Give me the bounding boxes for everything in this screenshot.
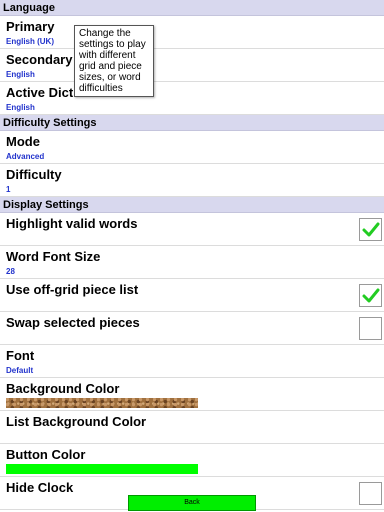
setting-primary[interactable]: Primary English (UK) (0, 16, 384, 49)
setting-background-color[interactable]: Background Color (0, 378, 384, 411)
back-button[interactable]: Back (128, 495, 256, 511)
setting-title: Secondary (6, 52, 73, 67)
setting-title: Hide Clock (6, 480, 74, 495)
setting-value: Default (6, 366, 34, 375)
offgrid-checkbox[interactable] (359, 284, 382, 307)
setting-title: Mode (6, 134, 40, 149)
setting-highlight-valid-words[interactable]: Highlight valid words (0, 213, 384, 246)
bottom-bar: Back (0, 494, 384, 512)
setting-title: Button Color (6, 447, 86, 462)
setting-title: Font (6, 348, 35, 363)
setting-title: Highlight valid words (6, 216, 138, 231)
setting-word-font-size[interactable]: Word Font Size 28 (0, 246, 384, 279)
setting-list-background-color[interactable]: List Background Color (0, 411, 384, 444)
section-header-difficulty: Difficulty Settings (0, 115, 384, 131)
setting-title: Active Dicti (6, 85, 77, 100)
help-tooltip: Change the settings to play with differe… (74, 25, 154, 97)
settings-list[interactable]: Language Primary English (UK) Secondary … (0, 0, 384, 512)
setting-difficulty[interactable]: Difficulty 1 (0, 164, 384, 197)
swap-checkbox[interactable] (359, 317, 382, 340)
setting-value: Advanced (6, 152, 45, 161)
setting-button-color[interactable]: Button Color (0, 444, 384, 477)
setting-value: English (6, 70, 35, 79)
section-header-language: Language (0, 0, 384, 16)
setting-title: Difficulty (6, 167, 62, 182)
setting-title: List Background Color (6, 414, 147, 429)
setting-font[interactable]: Font Default (0, 345, 384, 378)
setting-title: Swap selected pieces (6, 315, 140, 330)
checkmark-icon (362, 222, 380, 237)
setting-value: English (6, 103, 35, 112)
setting-value: 28 (6, 267, 15, 276)
setting-title: Use off-grid piece list (6, 282, 139, 297)
wood-texture-swatch (6, 398, 198, 408)
setting-active-dictionary[interactable]: Active Dicti English (0, 82, 384, 115)
setting-title: Word Font Size (6, 249, 101, 264)
setting-mode[interactable]: Mode Advanced (0, 131, 384, 164)
checkmark-icon (362, 288, 380, 303)
setting-secondary[interactable]: Secondary English (0, 49, 384, 82)
section-header-display: Display Settings (0, 197, 384, 213)
setting-title: Background Color (6, 381, 120, 396)
setting-swap-selected-pieces[interactable]: Swap selected pieces (0, 312, 384, 345)
setting-value: English (UK) (6, 37, 54, 46)
highlight-checkbox[interactable] (359, 218, 382, 241)
setting-use-offgrid-piece-list[interactable]: Use off-grid piece list (0, 279, 384, 312)
setting-title: Primary (6, 19, 55, 34)
setting-value: 1 (6, 185, 11, 194)
green-color-swatch (6, 464, 198, 474)
